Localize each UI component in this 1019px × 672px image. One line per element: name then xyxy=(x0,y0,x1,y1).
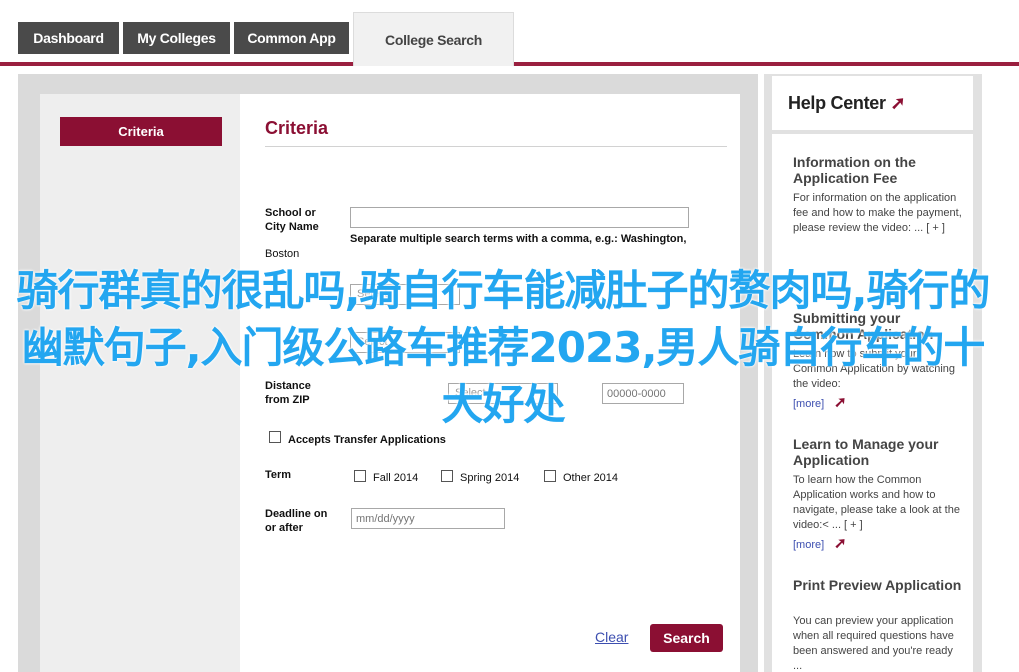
term-fall-label: Fall 2014 xyxy=(373,472,419,484)
term-other-label: Other 2014 xyxy=(563,472,619,484)
help-item-title: Information on the Application Fee xyxy=(793,154,916,186)
more-link[interactable]: [more] xyxy=(793,539,824,551)
help-center-title-text: Help Center xyxy=(788,93,886,113)
help-item-title: Learn to Manage your Application xyxy=(793,436,939,468)
deadline-input[interactable] xyxy=(351,508,505,529)
school-label: School or City Name xyxy=(265,207,319,233)
help-item-desc: For information on the application fee a… xyxy=(793,192,962,234)
tab-common-app[interactable]: Common App xyxy=(234,22,349,54)
arrow-icon[interactable]: ➚ xyxy=(834,534,847,552)
term-spring-label: Spring 2014 xyxy=(460,472,520,484)
term-other-checkbox[interactable] xyxy=(544,470,556,482)
tab-college-search[interactable]: College Search xyxy=(353,12,514,66)
transfer-label: Accepts Transfer Applications xyxy=(288,434,446,446)
search-button[interactable]: Search xyxy=(650,624,723,652)
term-label: Term xyxy=(265,469,292,481)
clear-link[interactable]: Clear xyxy=(595,629,628,645)
title-divider xyxy=(265,146,727,147)
school-help-text: Separate multiple search terms with a co… xyxy=(350,233,687,245)
tab-my-colleges[interactable]: My Colleges xyxy=(123,22,230,54)
school-hint-boston: Boston xyxy=(265,248,300,260)
help-item-desc: You can preview your application when al… xyxy=(793,615,954,672)
term-fall-checkbox[interactable] xyxy=(354,470,366,482)
help-center-title[interactable]: Help Center ➚ xyxy=(788,93,906,114)
school-input[interactable] xyxy=(350,207,689,228)
watermark-overlay-text: 骑行群真的很乱吗,骑自行车能减肚子的赘肉吗,骑行的幽默句子,入门级公路车推荐20… xyxy=(16,266,991,429)
help-item-desc: To learn how the Common Application work… xyxy=(793,474,960,531)
term-spring-checkbox[interactable] xyxy=(441,470,453,482)
help-center-arrow-icon: ➚ xyxy=(890,93,906,113)
tab-dashboard[interactable]: Dashboard xyxy=(18,22,119,54)
deadline-label: Deadline on or after xyxy=(265,508,328,534)
criteria-nav-button[interactable]: Criteria xyxy=(60,117,222,146)
help-item-title: Print Preview Application xyxy=(793,577,962,593)
page-title: Criteria xyxy=(265,118,329,138)
